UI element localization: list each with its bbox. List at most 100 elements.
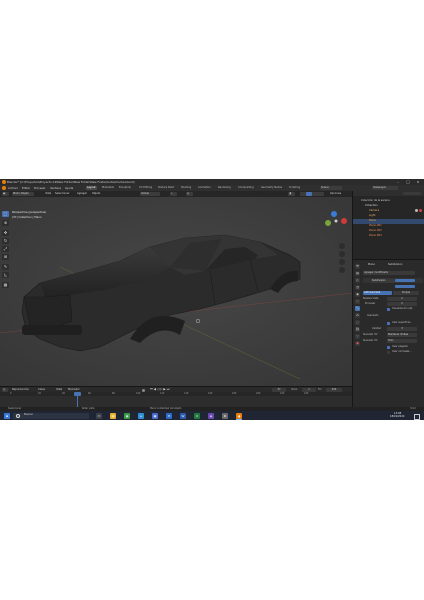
task-view-icon[interactable]: ▭: [96, 412, 102, 419]
playback-controls[interactable]: ⏮ ◀ ◁ ▷ ▶ ⏭: [150, 388, 169, 391]
search-icon[interactable]: [403, 191, 421, 196]
workspace-tab-compositing[interactable]: Compositing: [237, 186, 255, 190]
taskbar-date[interactable]: 18/01/2024: [390, 415, 404, 419]
output-properties-icon[interactable]: ⎙: [355, 278, 360, 283]
uv-smooth-dropdown[interactable]: Todo: [387, 339, 417, 343]
world-properties-icon[interactable]: ◉: [355, 292, 360, 297]
physics-properties-icon[interactable]: ◌: [355, 320, 360, 325]
blender-icon[interactable]: ◕: [236, 412, 242, 419]
modifier-properties-icon[interactable]: 🔧: [355, 306, 360, 311]
transform-orientation[interactable]: Global: [140, 192, 160, 196]
select-box-tool-icon[interactable]: ⬚: [2, 211, 9, 217]
solid-shading-icon[interactable]: [306, 192, 312, 196]
modifier-toggle-icons[interactable]: [395, 279, 415, 282]
outliner-item[interactable]: Light: [353, 214, 424, 219]
use-custom-normals-checkbox[interactable]: [387, 351, 390, 354]
render-properties-icon[interactable]: ▤: [355, 271, 360, 276]
outliner-item[interactable]: Collection: [353, 204, 424, 209]
workspace-tab-texture-paint[interactable]: Texture Paint: [157, 186, 175, 190]
menu-ayuda[interactable]: Ayuda: [65, 186, 73, 190]
optimal-display-checkbox[interactable]: [387, 308, 390, 311]
notifications-icon[interactable]: [414, 413, 420, 420]
rotate-tool-icon[interactable]: ↻: [2, 238, 9, 244]
options-menu[interactable]: Opciones: [330, 192, 341, 195]
tool-properties-icon[interactable]: ⚒: [355, 264, 360, 269]
photos-icon[interactable]: ◈: [208, 412, 214, 419]
outliner-item[interactable]: Plano: [353, 219, 424, 224]
data-properties-icon[interactable]: ▽: [355, 334, 360, 339]
settings-icon[interactable]: ⚙: [222, 412, 228, 419]
windows-start-icon[interactable]: ⊞: [4, 412, 10, 419]
menu-object[interactable]: Objeto: [92, 192, 100, 196]
modifier-name-field[interactable]: Subdivision: [371, 278, 395, 283]
scene-properties-icon[interactable]: ◔: [355, 285, 360, 290]
advanced-section-header[interactable]: Avanzado: [367, 314, 379, 317]
menu-select[interactable]: Seleccionar: [55, 192, 69, 196]
scale-tool-icon[interactable]: ⤢: [2, 246, 9, 252]
workspace-tab-uv-editing[interactable]: UV Editing: [138, 186, 153, 190]
outliner-item[interactable]: Camera: [353, 209, 424, 214]
word-icon[interactable]: W: [180, 412, 186, 419]
render-camera-icon[interactable]: [419, 209, 422, 212]
use-crease-checkbox[interactable]: [387, 346, 390, 349]
measure-tool-icon[interactable]: ◺: [2, 272, 9, 278]
view-layer-selector[interactable]: ViewLayer: [372, 185, 398, 190]
quality-field[interactable]: 3: [387, 327, 417, 331]
visibility-eye-icon[interactable]: [415, 209, 418, 212]
modifier-toggle-icons-2[interactable]: [395, 285, 415, 288]
timeline-keying-menu[interactable]: Clave: [38, 388, 45, 392]
workspace-tab-rendering[interactable]: Rendering: [217, 186, 232, 190]
cursor-tool-icon[interactable]: ⊕: [2, 220, 9, 226]
boundary-smooth-dropdown[interactable]: Mantener límites: [387, 333, 417, 337]
edge-icon[interactable]: e: [138, 412, 144, 419]
timeline-playback-menu[interactable]: Reproducción: [12, 388, 29, 392]
mode-selector[interactable]: Modo Objeto: [12, 192, 34, 196]
store-icon[interactable]: ▣: [152, 412, 158, 419]
mail-icon[interactable]: ✉: [166, 412, 172, 419]
use-limit-surface-checkbox[interactable]: [387, 322, 390, 325]
material-properties-icon[interactable]: ●: [355, 341, 360, 346]
timeline-marker-menu[interactable]: Marcador: [68, 388, 80, 392]
blender-menu-icon[interactable]: [1, 186, 6, 190]
workspace-tab-modelado[interactable]: Modelado: [101, 186, 115, 190]
file-explorer-icon[interactable]: ▤: [110, 412, 116, 419]
catmull-clark-button[interactable]: Catmull-Clark: [363, 291, 392, 295]
simple-button[interactable]: Simple: [393, 291, 419, 295]
shading-buttons[interactable]: [300, 192, 324, 196]
particles-properties-icon[interactable]: ⁂: [355, 313, 360, 318]
proportional-edit-toggle[interactable]: ◎: [186, 192, 193, 196]
levels-viewport-field[interactable]: 2: [387, 297, 417, 301]
menu-editar[interactable]: Editar: [22, 186, 30, 190]
workspace-tab-esculpido[interactable]: Esculpido: [118, 186, 132, 190]
xray-toggle[interactable]: ◨: [288, 192, 295, 196]
outliner-item[interactable]: Plano.003: [353, 234, 424, 239]
menu-ventana[interactable]: Ventana: [50, 186, 61, 190]
render-levels-field[interactable]: 2: [387, 302, 417, 306]
workspace-tab-animation[interactable]: Animation: [197, 186, 212, 190]
add-cube-tool-icon[interactable]: ▦: [2, 282, 9, 288]
menu-view[interactable]: Vista: [45, 192, 51, 196]
workspace-tab-layout[interactable]: Layout: [86, 185, 97, 191]
snap-toggle[interactable]: ⌖: [170, 192, 177, 196]
timeline-view-menu[interactable]: Vista: [56, 388, 62, 392]
menu-procesar[interactable]: Procesar: [34, 186, 46, 190]
scene-selector[interactable]: Scene: [320, 185, 342, 190]
move-tool-icon[interactable]: ✥: [2, 230, 9, 236]
add-modifier-button[interactable]: Agregar modificador: [363, 271, 415, 275]
chrome-icon[interactable]: ◉: [124, 412, 130, 419]
menu-archivo[interactable]: Archivo: [8, 186, 18, 190]
annotate-tool-icon[interactable]: ✎: [2, 264, 9, 270]
constraints-properties-icon[interactable]: ⛓: [355, 327, 360, 332]
menu-add[interactable]: Agregar: [77, 192, 87, 196]
outliner-item[interactable]: Plano.001: [353, 224, 424, 229]
workspace-tab-geometry-nodes[interactable]: Geometry Nodes: [260, 186, 283, 190]
timeline-area[interactable]: 0 20 40 60 80 100 120 140 160 180 200 22…: [0, 392, 352, 407]
transform-tool-icon[interactable]: ⊞: [2, 254, 9, 260]
3d-viewport[interactable]: Perspectiva (perspectiva) (37) Collectio…: [0, 197, 352, 386]
excel-icon[interactable]: X: [194, 412, 200, 419]
object-properties-icon[interactable]: ▢: [355, 299, 360, 304]
outliner-item[interactable]: Plano.002: [353, 229, 424, 234]
editor-type-button[interactable]: ▣: [2, 192, 9, 196]
workspace-tab-shading[interactable]: Shading: [180, 186, 192, 190]
workspace-tab-scripting[interactable]: Scripting: [288, 186, 301, 190]
